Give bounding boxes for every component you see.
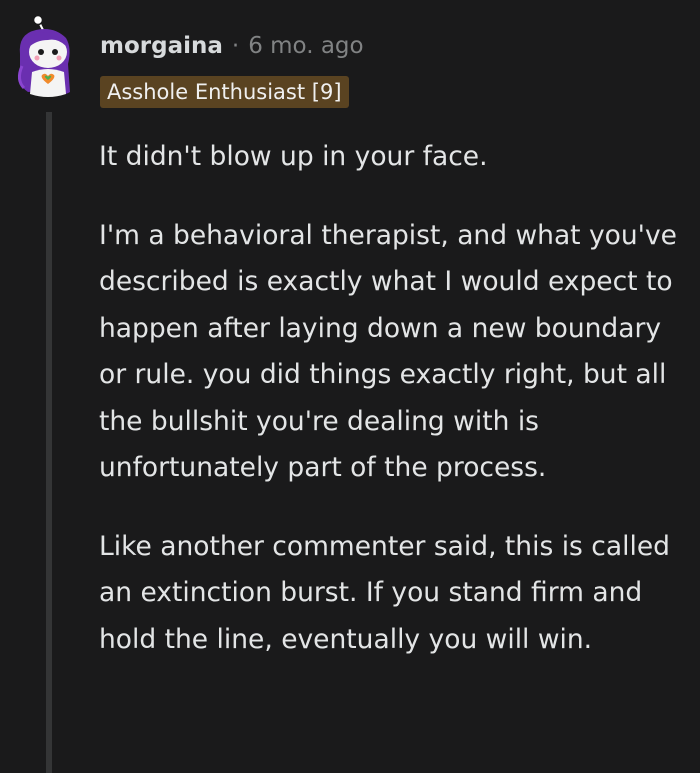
thread-collapse-line[interactable]: [46, 112, 52, 773]
user-avatar[interactable]: [14, 14, 86, 100]
meta-separator: ·: [231, 33, 240, 59]
comment-body: It didn't blow up in your face. I'm a be…: [99, 134, 689, 695]
username-link[interactable]: morgaina: [100, 33, 223, 59]
snoo-avatar-icon: [17, 14, 70, 97]
comment-paragraph: It didn't blow up in your face.: [99, 141, 488, 172]
comment: morgaina · 6 mo. ago Asshole Enthusiast …: [0, 0, 700, 773]
comment-paragraph: Like another commenter said, this is cal…: [99, 530, 670, 655]
comment-timestamp[interactable]: 6 mo. ago: [248, 33, 363, 59]
user-flair: Asshole Enthusiast [9]: [100, 76, 349, 108]
comment-paragraph: I'm a behavioral therapist, and what you…: [99, 219, 677, 484]
comment-header: morgaina · 6 mo. ago: [100, 30, 364, 62]
